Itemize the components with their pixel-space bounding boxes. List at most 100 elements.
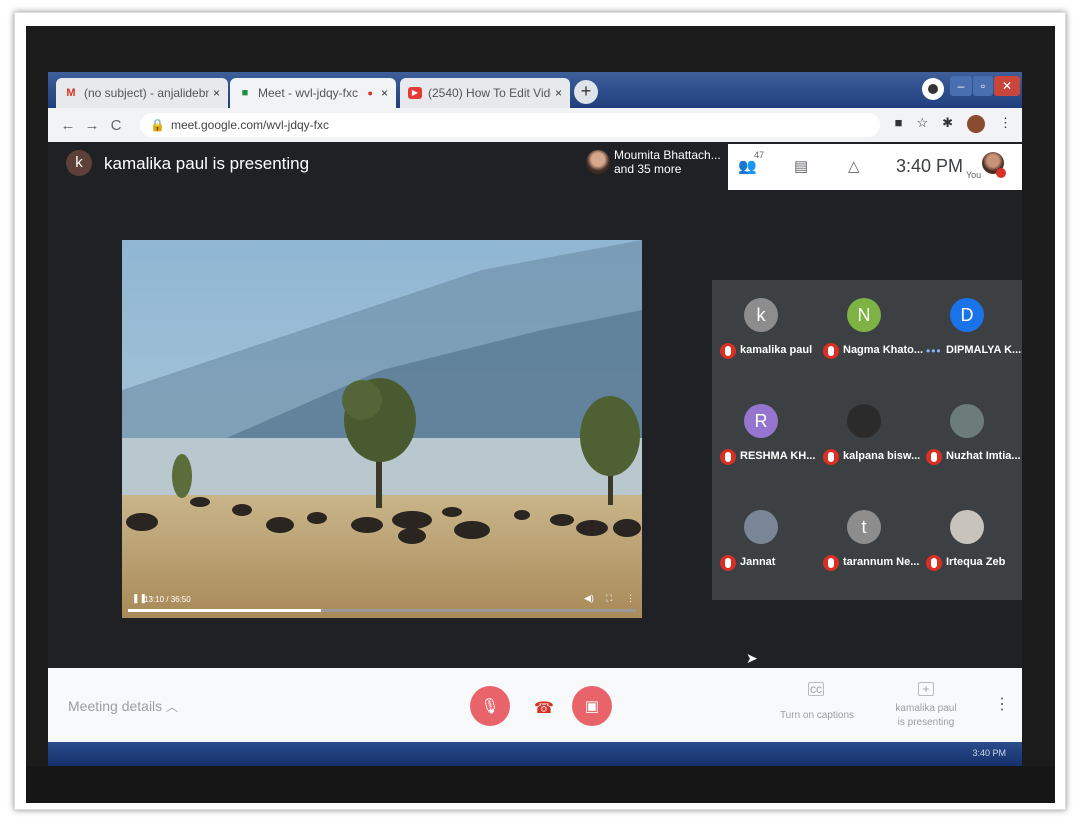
participant-avatar: R xyxy=(744,404,778,438)
tab-label: (no subject) - anjalidebnath2@g xyxy=(84,86,209,100)
forward-icon[interactable]: → xyxy=(80,117,104,134)
microphone-toggle-button[interactable]: 🎙 xyxy=(470,686,510,726)
maximize-button[interactable]: ▫ xyxy=(973,76,993,96)
bookmark-star-icon[interactable]: ☆ xyxy=(916,115,928,133)
meet-icon: ■ xyxy=(241,87,249,99)
new-tab-button[interactable]: + xyxy=(574,80,598,104)
mic-muted-icon xyxy=(720,343,736,359)
self-muted-icon xyxy=(996,168,1006,178)
volume-icon[interactable]: ◀) xyxy=(584,593,594,604)
activities-icon[interactable]: △ xyxy=(848,157,860,175)
browser-toolbar: ← → C 🔒 meet.google.com/wvl-jdqy-fxc ■ ☆ … xyxy=(48,108,1022,142)
mic-muted-icon xyxy=(926,555,942,571)
close-icon[interactable]: × xyxy=(381,86,388,100)
participant-tile[interactable]: Jannat xyxy=(712,492,815,598)
participant-tile[interactable]: N Nagma Khato... xyxy=(815,280,923,386)
chrome-menu-icon[interactable]: ⋮ xyxy=(999,115,1012,133)
present-icon[interactable]: + xyxy=(918,682,934,696)
participant-tile[interactable]: k kamalika paul xyxy=(712,280,815,386)
meet-header: k kamalika paul is presenting Moumita Bh… xyxy=(48,142,1022,192)
monitor-screen: M (no subject) - anjalidebnath2@g × ■ Me… xyxy=(48,72,1022,766)
chat-icon[interactable]: ▤ xyxy=(794,157,808,175)
participant-name: tarannum Ne... xyxy=(843,556,920,568)
lock-icon: 🔒 xyxy=(150,118,165,132)
participant-name: kalpana bisw... xyxy=(843,450,921,462)
participant-name: Nuzhat Imtia... xyxy=(946,450,1021,462)
browser-tab-strip: M (no subject) - anjalidebnath2@g × ■ Me… xyxy=(48,72,1022,108)
raised-hand-more: and 35 more xyxy=(614,162,682,176)
mic-muted-icon xyxy=(720,449,736,465)
tab-label: (2540) How To Edit Video In In... xyxy=(428,86,551,100)
participant-avatar: D xyxy=(950,298,984,332)
video-progress-track[interactable] xyxy=(128,609,636,612)
close-icon[interactable]: × xyxy=(555,86,562,100)
participant-tile[interactable]: R RESHMA KH... xyxy=(712,386,815,492)
gmail-icon: M xyxy=(66,87,76,99)
participant-name: Nagma Khato... xyxy=(843,344,924,356)
presentation-video[interactable]: ❚❚ 13:10 / 36:50 ◀) ⛶ ⋮ xyxy=(122,240,642,618)
meeting-clock: 3:40 PM xyxy=(896,156,964,176)
more-icon[interactable]: ⋮ xyxy=(626,593,635,604)
chrome-profile-button[interactable] xyxy=(922,78,944,100)
fullscreen-icon[interactable]: ⛶ xyxy=(606,593,612,604)
tab-youtube[interactable]: ▶ (2540) How To Edit Video In In... × xyxy=(400,78,570,108)
minimize-button[interactable]: – xyxy=(950,76,972,96)
participant-tile[interactable]: Irtequa Zeb xyxy=(918,492,1021,598)
participant-name: Jannat xyxy=(740,556,776,568)
participant-avatar xyxy=(950,510,984,544)
back-icon[interactable]: ← xyxy=(56,117,80,134)
camera-indicator-icon[interactable]: ■ xyxy=(895,115,903,133)
participant-tile[interactable]: kalpana bisw... xyxy=(815,386,921,492)
reload-icon[interactable]: C xyxy=(104,117,128,134)
presenting-label-line1: kamalika paul xyxy=(895,703,957,714)
mic-muted-icon xyxy=(823,449,839,465)
meet-top-controls: 👥 47 ▤ △ 3:40 PM You xyxy=(728,144,1022,190)
captions-label[interactable]: Turn on captions xyxy=(778,710,856,721)
toolbar-actions: ■ ☆ ✱ ⋮ xyxy=(895,115,1012,133)
mic-muted-icon xyxy=(720,555,736,571)
recording-dot-icon: ● xyxy=(367,88,373,98)
tab-label: Meet - wvl-jdqy-fxc xyxy=(258,86,359,100)
meeting-details-button[interactable]: Meeting details xyxy=(68,698,162,714)
present-now-button[interactable]: kamalika paul is presenting xyxy=(888,702,964,730)
mic-off-icon: 🎙 xyxy=(480,698,500,715)
chevron-up-icon[interactable]: ︿ xyxy=(166,698,178,715)
mic-muted-icon xyxy=(926,449,942,465)
raised-hand-name: Moumita Bhattach... xyxy=(614,148,721,162)
participant-name: kamalika paul xyxy=(740,344,813,356)
participant-avatar xyxy=(950,404,984,438)
tab-gmail[interactable]: M (no subject) - anjalidebnath2@g × xyxy=(56,78,228,108)
video-progress-fill xyxy=(128,609,322,612)
participant-avatar xyxy=(847,404,881,438)
participant-avatar: N xyxy=(847,298,881,332)
extensions-icon[interactable]: ✱ xyxy=(942,115,953,133)
youtube-icon: ▶ xyxy=(408,87,422,99)
participant-avatar: k xyxy=(744,298,778,332)
monitor-bezel-bottom xyxy=(26,766,1055,803)
taskbar-clock: 3:40 PM xyxy=(972,748,1006,758)
tab-meet[interactable]: ■ Meet - wvl-jdqy-fxc ● × xyxy=(230,78,396,108)
close-icon[interactable]: × xyxy=(213,86,220,100)
raised-hand-notice[interactable]: Moumita Bhattach... and 35 more xyxy=(614,148,721,176)
participant-name: Irtequa Zeb xyxy=(946,556,1006,568)
camera-toggle-button[interactable]: ▣ xyxy=(572,686,612,726)
bison-landscape-image xyxy=(122,240,642,618)
raised-hand-avatar xyxy=(586,150,610,174)
address-bar[interactable]: 🔒 meet.google.com/wvl-jdqy-fxc xyxy=(140,113,880,137)
you-label: You xyxy=(966,170,982,180)
profile-avatar[interactable] xyxy=(967,115,985,133)
mic-muted-icon xyxy=(823,555,839,571)
camera-off-icon: ▣ xyxy=(584,698,600,715)
participant-tile[interactable]: Nuzhat Imtia... xyxy=(918,386,1021,492)
windows-taskbar: 3:40 PM xyxy=(48,742,1022,766)
hang-up-button[interactable]: ☎ xyxy=(534,698,554,718)
close-window-button[interactable]: ✕ xyxy=(994,76,1020,96)
participant-count: 47 xyxy=(754,150,765,160)
presenting-label-line2: is presenting xyxy=(897,717,955,728)
participant-tile[interactable]: t tarannum Ne... xyxy=(815,492,920,598)
participant-tile[interactable]: D ••• DIPMALYA K... xyxy=(918,280,1021,386)
captions-icon[interactable]: cc xyxy=(808,682,824,696)
presenting-title: kamalika paul is presenting xyxy=(104,154,310,173)
mic-muted-icon xyxy=(823,343,839,359)
more-options-icon[interactable]: ⋮ xyxy=(994,694,1010,714)
